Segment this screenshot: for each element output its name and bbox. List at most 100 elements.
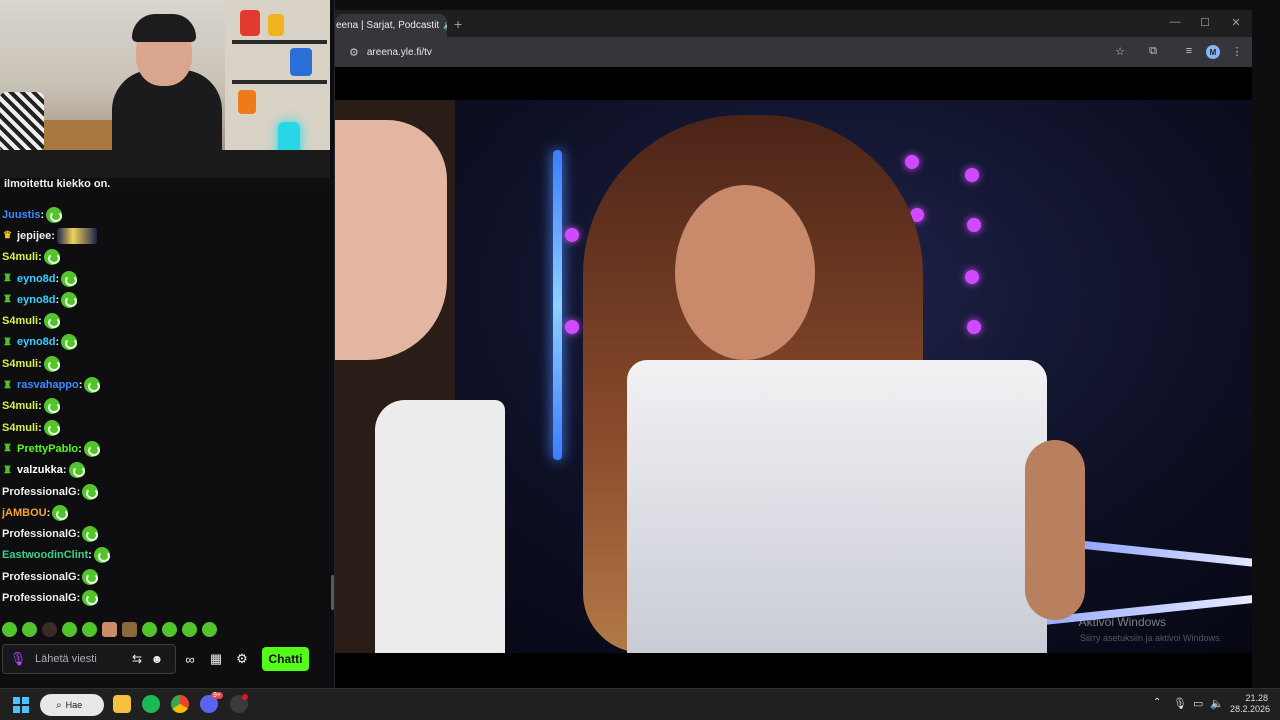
chat-emote-icon[interactable] [82,568,99,585]
chat-emote-icon[interactable] [93,547,110,564]
chat-emote-icon[interactable] [61,270,78,287]
address-bar[interactable]: areena.yle.fi/tv [367,47,432,58]
chat-emote-icon[interactable] [61,334,78,351]
emote-icon[interactable] [42,621,57,637]
chat-emote-icon[interactable] [83,440,100,457]
site-info-icon[interactable]: ⚙ [349,46,359,59]
chat-scrollbar[interactable] [331,575,334,610]
volume-icon[interactable]: 🔈 [1210,697,1224,710]
minimize-button[interactable]: — [1165,16,1185,28]
sub-badge-icon[interactable]: ♜ [2,442,13,455]
file-explorer-icon[interactable] [113,695,131,713]
emote-icon[interactable] [162,621,177,637]
chat-username[interactable]: EastwoodinClint [2,549,88,561]
emote-bar[interactable] [0,619,330,639]
chat-emote-icon[interactable] [43,355,60,372]
chat-username[interactable]: S4muli [2,422,38,434]
chat-username[interactable]: ProfessionalG [2,528,77,540]
chat-username[interactable]: eyno8d [17,336,56,348]
chat-colon: : [76,591,81,604]
mic-icon[interactable]: 🎙 [10,651,27,667]
chat-message-input[interactable] [35,653,125,665]
chat-username[interactable]: eyno8d [17,273,56,285]
emote-icon[interactable] [182,621,197,637]
chat-emote-icon[interactable] [43,398,60,415]
emote-icon[interactable] [62,621,77,637]
chat-emote-icon[interactable] [68,462,85,479]
page-content: Aktivoi Windows Siirry asetuksiin ja akt… [335,67,1252,688]
tray-mic-icon[interactable]: 🎙 [1173,697,1187,710]
maximize-button[interactable]: ☐ [1195,16,1215,29]
tray-expand-icon[interactable]: ⌃ [1153,697,1161,708]
chat-emote-icon[interactable] [52,504,69,521]
profile-avatar[interactable]: M [1206,45,1220,59]
chat-username[interactable]: ProfessionalG [2,592,77,604]
video-player[interactable]: Aktivoi Windows Siirry asetuksiin ja akt… [335,100,1252,653]
sub-badge-icon[interactable]: ♜ [2,272,13,285]
chat-username[interactable]: S4muli [2,315,38,327]
chat-emote-icon[interactable] [43,419,60,436]
store-icon[interactable]: ▦ [206,651,226,667]
emote-icon[interactable] [2,621,17,637]
chat-message: ProfessionalG: [0,523,330,544]
chat-emote-icon[interactable] [82,483,99,500]
chrome-icon[interactable] [171,695,189,713]
emote-icon[interactable] [82,621,97,637]
chat-emote-icon[interactable] [46,206,63,223]
chat-username[interactable]: jAMBOU [2,507,47,519]
taskbar-clock[interactable]: 21.28 28.2.2026 [1230,693,1270,715]
emote-icon[interactable] [102,621,117,637]
spotify-icon[interactable] [142,695,160,713]
menu-icon[interactable]: ⋮ [1229,45,1245,58]
chat-username[interactable]: valzukka [17,464,63,476]
sub-badge-icon[interactable]: ♜ [2,464,13,477]
chat-username[interactable]: eyno8d [17,294,56,306]
chat-message: ♜ valzukka: [0,460,330,481]
new-tab-button[interactable]: + [454,16,462,32]
channel-points-icon[interactable]: ∞ [180,652,200,667]
chat-username[interactable]: ProfessionalG [2,486,77,498]
emote-icon[interactable] [122,621,137,637]
translate-icon[interactable]: ⇆ [129,652,145,666]
audio-playing-icon[interactable]: 🔊 [443,20,447,31]
chat-emote-icon[interactable] [82,526,99,543]
sub-badge-icon[interactable]: ♜ [2,379,13,392]
chat-username[interactable]: S4muli [2,358,38,370]
taskbar-search[interactable]: ⌕ Hae [40,694,104,716]
chat-emote-icon[interactable] [56,227,97,244]
chat-colon: : [55,293,60,306]
chat-input-box[interactable]: 🎙 ⇆ ☻ [2,644,176,674]
emote-icon[interactable] [142,621,157,637]
chat-username[interactable]: ProfessionalG [2,571,77,583]
chat-username[interactable]: Juustis [2,209,41,221]
emote-icon[interactable] [22,621,37,637]
media-icon[interactable]: ≡ [1181,45,1197,57]
chat-emote-icon[interactable] [43,313,60,330]
tab-areena[interactable]: eena | Sarjat, Podcastit 🔊 ✕ [335,14,447,37]
chat-emote-icon[interactable] [82,589,99,606]
extensions-icon[interactable]: ⧉ [1145,45,1161,58]
emote-icon[interactable] [202,621,217,637]
emoji-icon[interactable]: ☻ [149,652,165,666]
chat-emote-icon[interactable] [43,249,60,266]
bookmark-star-icon[interactable]: ☆ [1112,45,1128,58]
activate-windows-subtitle: Siirry asetuksiin ja aktivoi Windows. [1079,633,1222,643]
chat-emote-icon[interactable] [84,377,101,394]
chat-username[interactable]: jepijee [17,230,51,242]
chat-emote-icon[interactable] [61,291,78,308]
chat-message: ♛ jepijee: [0,225,330,246]
start-icon[interactable] [13,697,29,713]
chat-username[interactable]: S4muli [2,400,38,412]
close-window-button[interactable]: ✕ [1226,16,1246,29]
sub-badge-icon[interactable]: ♜ [2,336,13,349]
chat-username[interactable]: rasvahappo [17,379,79,391]
chat-username[interactable]: PrettyPablo [17,443,78,455]
chat-send-button[interactable]: Chatti [262,647,309,671]
sub-badge-icon[interactable]: ♜ [2,293,13,306]
crown-badge-icon[interactable]: ♛ [2,229,13,242]
network-icon[interactable]: ▭ [1193,697,1203,710]
chat-colon: : [76,528,81,541]
chat-username[interactable]: S4muli [2,251,38,263]
settings-gear-icon[interactable]: ⚙ [232,651,252,667]
activate-windows-title: Aktivoi Windows [1078,615,1166,629]
